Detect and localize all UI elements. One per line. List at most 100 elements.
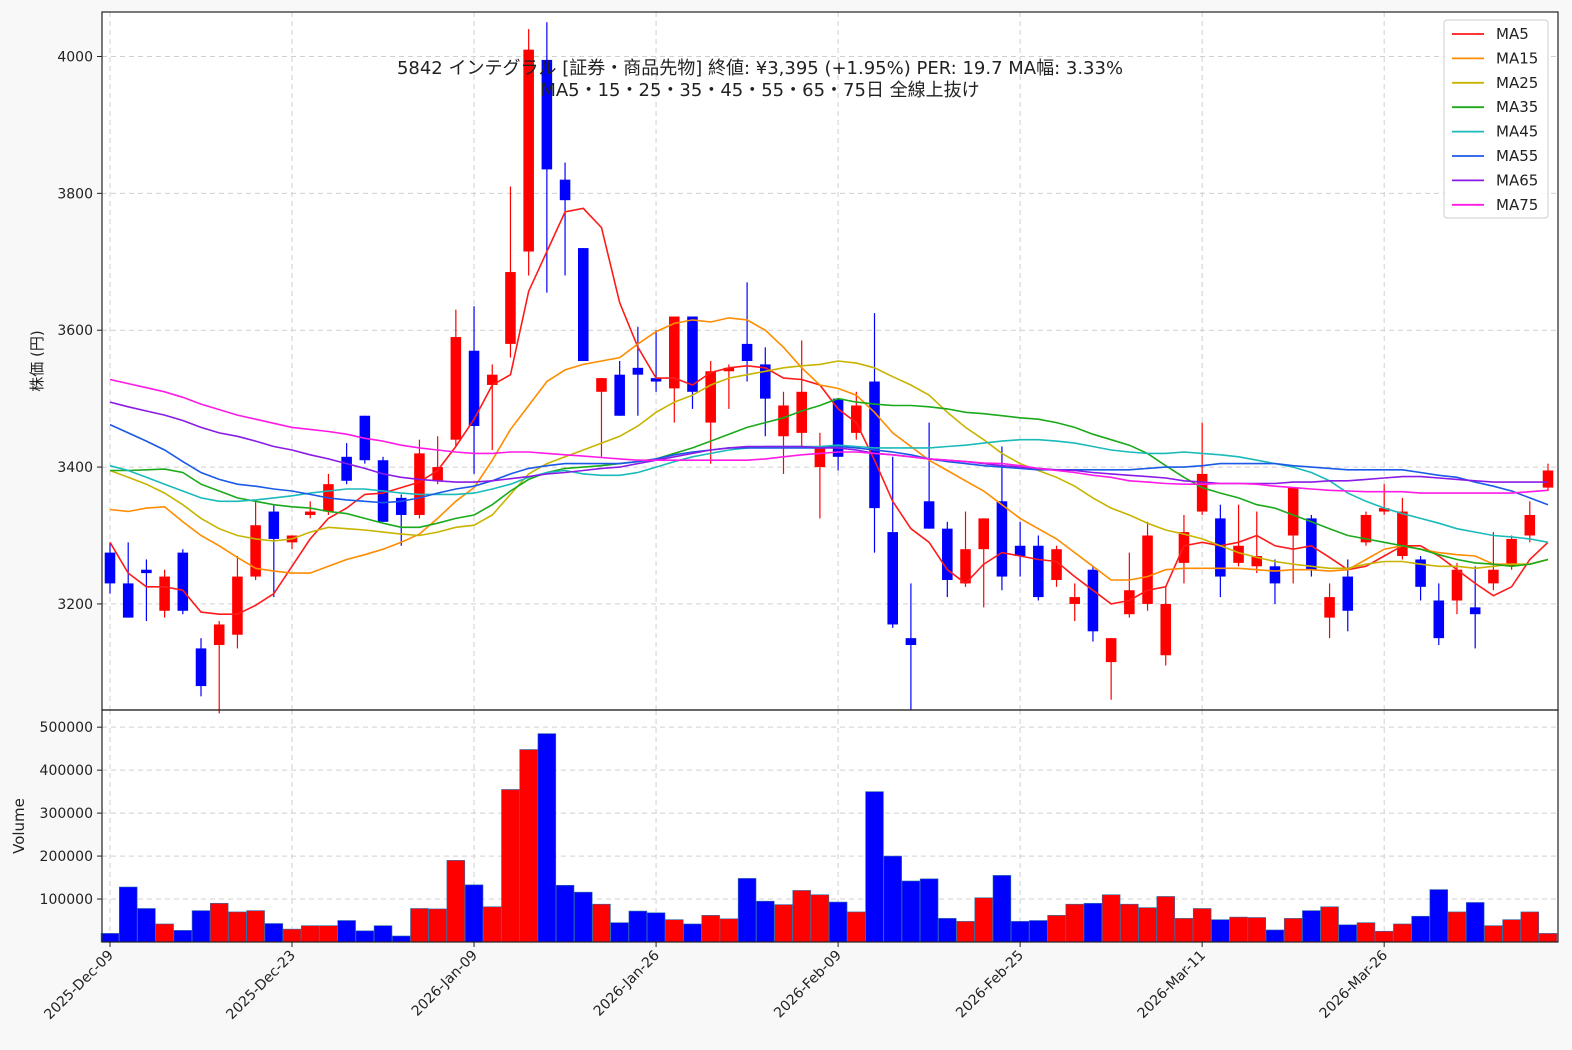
candle-body	[1269, 566, 1281, 584]
candle-body	[687, 316, 698, 392]
candle-body	[887, 532, 898, 625]
volume-bar	[628, 910, 648, 943]
candle-body	[468, 350, 480, 427]
volume-bar	[501, 789, 520, 943]
legend-label: MA5	[1496, 25, 1529, 43]
volume-bar	[1065, 903, 1084, 943]
volume-bar	[264, 923, 284, 943]
price-tick-label: 3200	[57, 597, 93, 613]
price-tick-label: 3800	[57, 186, 93, 202]
volume-bar	[774, 904, 793, 943]
candle-body	[905, 638, 917, 645]
volume-bar	[701, 915, 720, 943]
volume-tick-label: 400000	[40, 763, 93, 779]
volume-bar	[1356, 922, 1376, 943]
candle-body	[159, 576, 170, 611]
volume-bar	[282, 928, 302, 943]
candle-body	[213, 624, 225, 645]
volume-bar	[919, 878, 939, 943]
candle-body	[523, 49, 534, 252]
chart-title-line1: 5842 インテグラル [証券・商品先物] 終値: ¥3,395 (+1.95%…	[397, 58, 1123, 79]
candle-body	[1506, 538, 1517, 567]
volume-bar	[173, 930, 193, 943]
volume-bar	[191, 910, 211, 943]
volume-bar	[209, 903, 229, 943]
volume-bar	[155, 923, 174, 943]
volume-bar	[1502, 919, 1521, 943]
candle-body	[1342, 576, 1354, 611]
legend-label: MA55	[1496, 147, 1538, 165]
volume-bar	[246, 910, 265, 943]
volume-bar	[1538, 933, 1558, 943]
volume-bar	[1211, 919, 1230, 943]
candle-body	[1196, 473, 1208, 512]
volume-bar	[901, 880, 921, 943]
candle-body	[1014, 545, 1026, 557]
volume-bar	[355, 930, 375, 943]
volume-bar	[1302, 910, 1321, 943]
volume-bar	[1192, 908, 1212, 943]
chart-title-line2: MA5・15・25・35・45・55・65・75日 全線上抜け	[540, 80, 979, 101]
volume-bar	[1411, 915, 1430, 943]
candle-body	[104, 552, 116, 584]
legend-label: MA25	[1496, 74, 1538, 92]
volume-bar	[828, 901, 848, 943]
volume-bar	[1010, 921, 1030, 943]
volume-bar	[574, 891, 593, 943]
volume-bar	[1138, 907, 1157, 943]
volume-bar	[537, 733, 557, 943]
candle-body	[505, 272, 516, 344]
candle-body	[1287, 487, 1299, 536]
candle-body	[1433, 600, 1445, 639]
candle-body	[1488, 569, 1499, 584]
candle-body	[923, 501, 935, 529]
volume-bar	[810, 894, 830, 943]
candle-body	[268, 511, 280, 539]
volume-bar	[319, 925, 338, 943]
candle-body	[195, 648, 207, 687]
volume-bar	[1447, 911, 1467, 943]
candle-body	[614, 374, 625, 416]
volume-bar	[228, 911, 247, 943]
candle-body	[1069, 597, 1081, 604]
volume-bar	[756, 900, 775, 943]
volume-bar	[118, 886, 138, 943]
candle-body	[1033, 545, 1044, 598]
volume-bar	[100, 933, 120, 943]
volume-bar	[883, 855, 902, 943]
legend-label: MA45	[1496, 123, 1538, 141]
volume-bar	[301, 925, 320, 943]
volume-bar	[464, 884, 484, 943]
volume-tick-label: 100000	[40, 892, 93, 908]
candle-body	[869, 381, 880, 509]
volume-bar	[1156, 896, 1175, 943]
volume-bar	[392, 935, 411, 943]
candle-body	[705, 371, 716, 423]
candle-body	[596, 378, 607, 392]
volume-bar	[1083, 903, 1103, 943]
candle-body	[1306, 518, 1317, 570]
candle-body	[122, 583, 134, 618]
volume-bar	[1320, 906, 1339, 943]
volume-bar	[992, 875, 1012, 943]
volume-bar	[847, 911, 866, 943]
legend: MA5 MA15 MA25 MA35 MA45 MA55 MA65 MA75	[1443, 19, 1549, 219]
volume-bar	[1283, 918, 1303, 943]
volume-bar	[519, 749, 538, 943]
volume-axis-label: Volume	[10, 798, 28, 854]
volume-bar	[1265, 929, 1285, 943]
volume-bar	[665, 919, 684, 943]
volume-bar	[1174, 918, 1194, 943]
volume-bar	[1120, 903, 1139, 943]
volume-tick-label: 300000	[40, 806, 93, 822]
candle-body	[1451, 569, 1463, 601]
volume-bar	[792, 890, 811, 943]
volume-bar	[373, 925, 393, 943]
volume-bar	[1047, 915, 1066, 943]
legend-label: MA15	[1496, 49, 1538, 67]
candle-body	[1105, 638, 1117, 663]
price-panel-background	[102, 12, 1558, 710]
volume-bar	[1101, 894, 1121, 943]
volume-bar	[1374, 930, 1394, 943]
volume-bar	[1393, 923, 1412, 943]
